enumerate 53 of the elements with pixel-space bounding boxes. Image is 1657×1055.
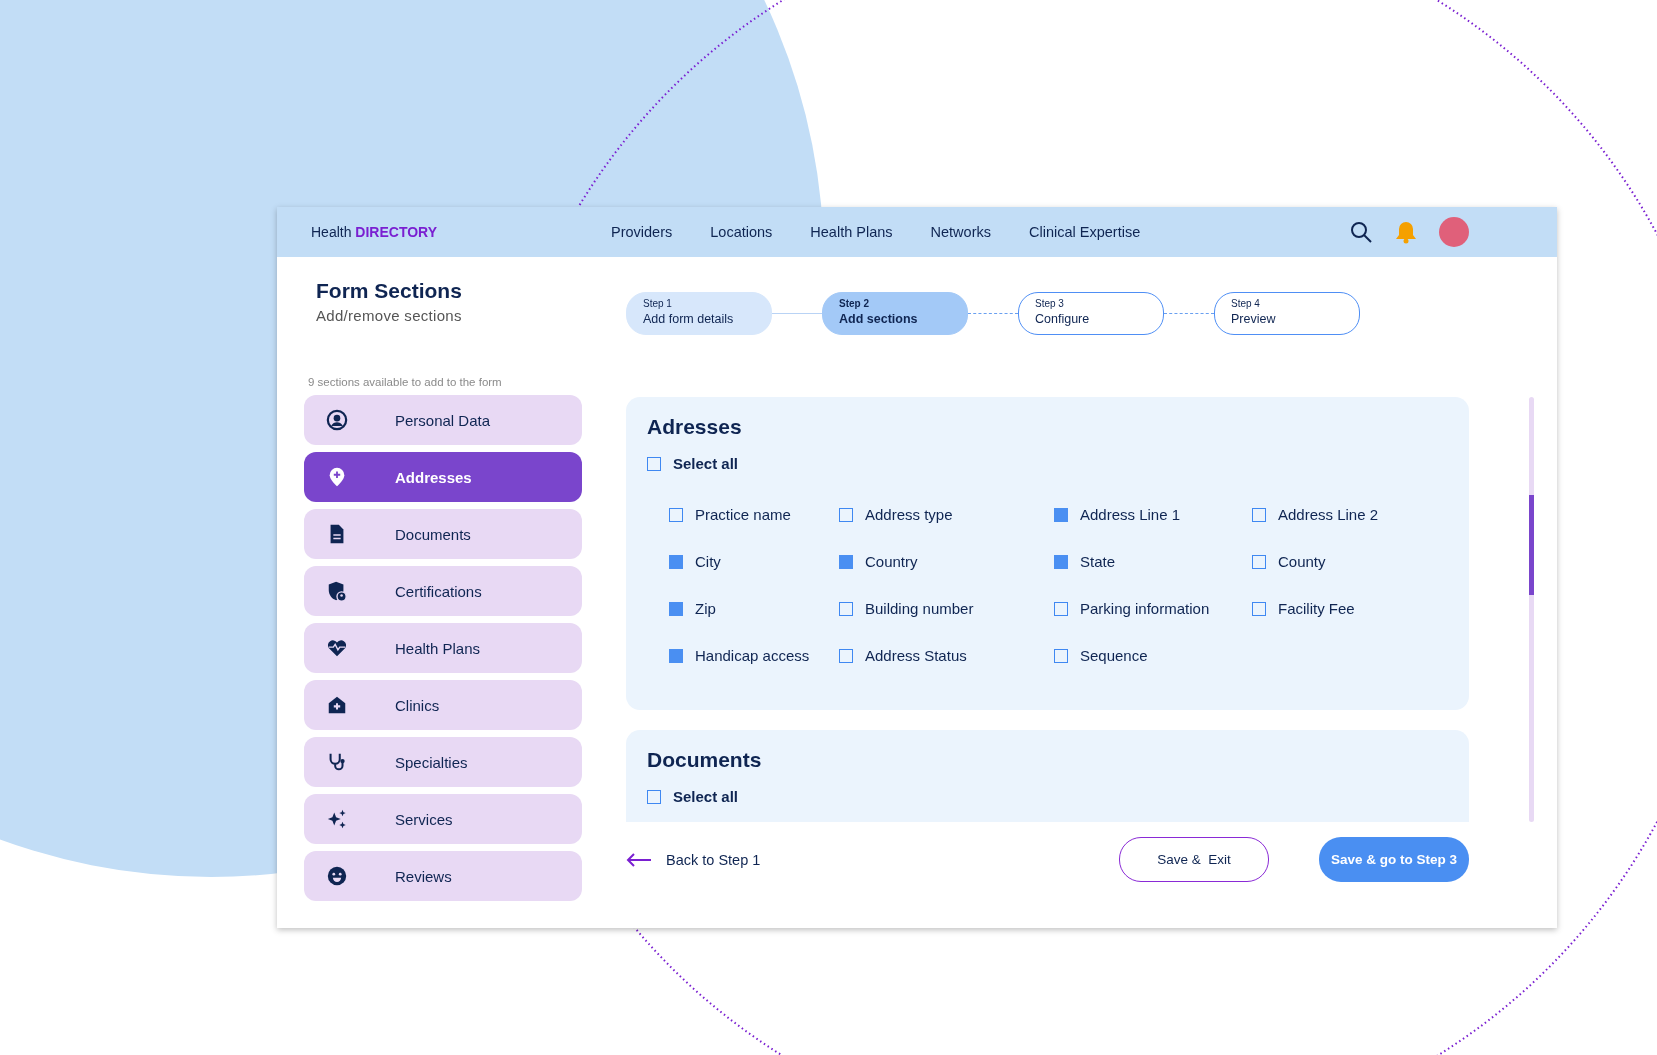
scrollbar-thumb[interactable]: [1529, 495, 1534, 595]
nav-link[interactable]: Clinical Expertise: [1029, 224, 1141, 240]
sidebar-item[interactable]: Reviews: [304, 851, 582, 901]
field-checkbox[interactable]: Zip: [669, 600, 839, 617]
heart-pulse-icon: [326, 637, 348, 659]
field-checkbox[interactable]: Sequence: [1054, 647, 1252, 664]
field-checkbox[interactable]: Country: [839, 553, 1054, 570]
sidebar-item[interactable]: Services: [304, 794, 582, 844]
page-subtitle: Add/remove sections: [316, 307, 463, 324]
field-checkbox[interactable]: City: [669, 553, 839, 570]
smiley-icon: [326, 865, 348, 887]
sidebar-item[interactable]: Addresses: [304, 452, 582, 502]
field-checkbox[interactable]: Parking information: [1054, 600, 1252, 617]
field-checkbox[interactable]: Address type: [839, 506, 1054, 523]
shield-icon: [326, 580, 348, 602]
field-checkbox[interactable]: State: [1054, 553, 1252, 570]
section-title: Documents: [647, 748, 763, 772]
nav-link[interactable]: Health Plans: [810, 224, 893, 240]
select-all-checkbox[interactable]: Select all: [647, 788, 1448, 805]
field-checkbox[interactable]: Building number: [839, 600, 1054, 617]
field-checkbox[interactable]: Facility Fee: [1252, 600, 1448, 617]
nav-link[interactable]: Networks: [930, 224, 991, 240]
sidebar-item[interactable]: Certifications: [304, 566, 582, 616]
field-checkbox[interactable]: Address Line 1: [1054, 506, 1252, 523]
nav-link[interactable]: Providers: [611, 224, 673, 240]
sidebar-item[interactable]: Health Plans: [304, 623, 582, 673]
page-title: Form Sections: [316, 279, 463, 303]
section-title: Adresses: [647, 415, 743, 439]
sidebar-item[interactable]: Documents: [304, 509, 582, 559]
nav-link[interactable]: Locations: [710, 224, 773, 240]
sidebar-item[interactable]: Clinics: [304, 680, 582, 730]
sections-caption: 9 sections available to add to the form: [308, 376, 503, 388]
save-exit-button[interactable]: Save & Exit: [1119, 837, 1269, 882]
select-all-checkbox[interactable]: Select all: [647, 455, 1448, 472]
field-checkbox[interactable]: County: [1252, 553, 1448, 570]
step-tab[interactable]: Step 1 Add form details: [626, 292, 772, 335]
field-checkbox[interactable]: Handicap access: [669, 647, 839, 664]
field-checkbox[interactable]: Address Status: [839, 647, 1054, 664]
back-link[interactable]: Back to Step 1: [626, 851, 761, 868]
sidebar-item[interactable]: Personal Data: [304, 395, 582, 445]
clinic-icon: [326, 694, 348, 716]
search-icon[interactable]: [1349, 220, 1373, 244]
person-circle-icon: [326, 409, 348, 431]
step-tab[interactable]: Step 3 Configure: [1018, 292, 1164, 335]
field-checkbox[interactable]: Address Line 2: [1252, 506, 1448, 523]
arrow-left-icon: [626, 852, 652, 867]
field-checkbox[interactable]: Practice name: [669, 506, 839, 523]
sparkles-icon: [326, 808, 348, 830]
step-tab[interactable]: Step 2 Add sections: [822, 292, 968, 335]
bell-icon[interactable]: [1395, 220, 1417, 244]
sidebar-item[interactable]: Specialties: [304, 737, 582, 787]
step-tab[interactable]: Step 4 Preview: [1214, 292, 1360, 335]
brand-logo: Health DIRECTORY: [311, 224, 439, 240]
